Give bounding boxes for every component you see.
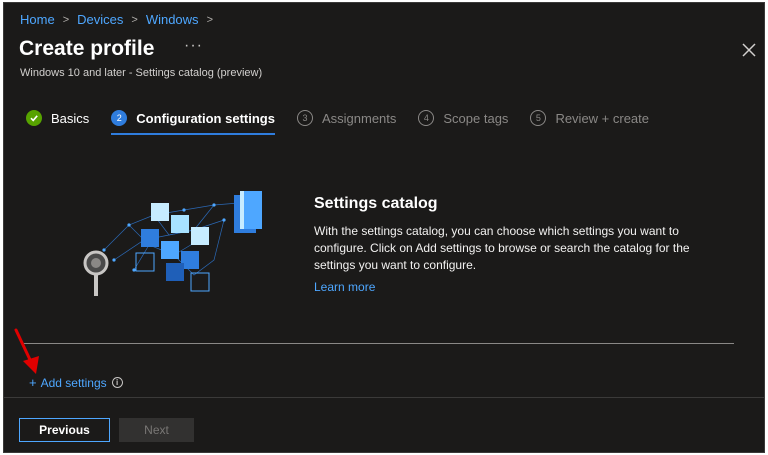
more-options-button[interactable]: ··· <box>184 37 203 55</box>
plus-icon: + <box>29 375 37 390</box>
red-arrow-annotation <box>14 328 39 374</box>
breadcrumb-windows[interactable]: Windows <box>146 12 199 27</box>
previous-button[interactable]: Previous <box>19 418 110 442</box>
step-label: Scope tags <box>443 110 509 126</box>
breadcrumb-separator: > <box>206 13 213 26</box>
step-number: 2 <box>111 110 128 126</box>
next-button[interactable]: Next <box>119 418 194 442</box>
breadcrumb-separator: > <box>131 13 138 26</box>
check-icon <box>26 110 42 126</box>
step-number: 5 <box>530 110 547 126</box>
step-label: Review + create <box>555 110 650 126</box>
breadcrumb-devices[interactable]: Devices <box>77 12 123 27</box>
learn-more-link[interactable]: Learn more <box>314 280 375 294</box>
step-review-create[interactable]: 5 Review + create <box>530 106 649 130</box>
step-label: Basics <box>51 110 90 126</box>
step-label: Assignments <box>321 110 397 126</box>
settings-catalog-info: Settings catalog With the settings catal… <box>314 195 724 296</box>
info-title: Settings catalog <box>314 195 438 212</box>
add-settings-link[interactable]: + Add settings i <box>29 375 123 390</box>
create-profile-blade: Home > Devices > Windows > Create profil… <box>3 2 765 453</box>
breadcrumb-home[interactable]: Home <box>20 12 55 27</box>
breadcrumb: Home > Devices > Windows > <box>20 12 221 27</box>
wizard-steps: Basics 2 Configuration settings 3 Assign… <box>26 106 671 135</box>
page-subtitle: Windows 10 and later - Settings catalog … <box>20 67 263 79</box>
step-assignments[interactable]: 3 Assignments <box>296 106 397 130</box>
settings-catalog-illustration <box>83 191 262 296</box>
info-description: With the settings catalog, you can choos… <box>314 224 690 272</box>
add-settings-label: Add settings <box>40 375 107 390</box>
divider <box>24 343 734 344</box>
step-basics[interactable]: Basics <box>26 106 89 130</box>
step-number: 4 <box>418 110 435 126</box>
step-scope-tags[interactable]: 4 Scope tags <box>418 106 508 130</box>
close-icon[interactable] <box>740 41 758 59</box>
footer-divider <box>4 397 764 398</box>
step-number: 3 <box>296 110 313 126</box>
step-configuration-settings[interactable]: 2 Configuration settings <box>111 106 275 135</box>
breadcrumb-separator: > <box>62 13 70 26</box>
page-title: Create profile <box>19 37 155 60</box>
info-icon[interactable]: i <box>111 377 123 388</box>
step-label: Configuration settings <box>136 110 275 126</box>
